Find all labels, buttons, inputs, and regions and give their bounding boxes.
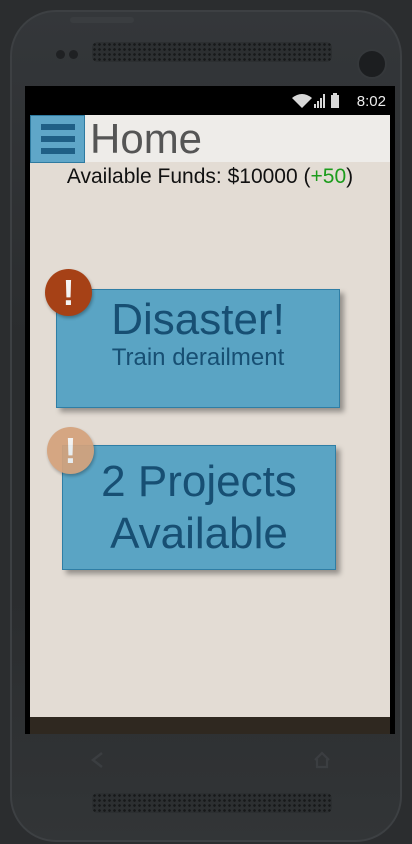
menu-icon [41,136,75,142]
page-title: Home [90,115,203,162]
sensor-dot [69,50,78,59]
front-camera [357,49,387,79]
earpiece-speaker [92,42,332,62]
action-bar: Home [30,115,390,163]
status-time: 8:02 [356,93,386,110]
bottom-speaker [92,793,332,813]
menu-icon [41,148,75,154]
funds-label: Available Funds: $10000 ( [66,165,311,188]
screen: 8:02 Home Available Funds: $10000 (+50) … [25,86,395,734]
funds-suffix: ) [346,165,354,188]
menu-icon [41,124,75,130]
battery-icon [331,93,339,108]
phone-notch [70,17,134,23]
card-title-line1: 2 Projects [101,457,297,506]
disaster-card[interactable]: Disaster! Train derailment [56,289,340,408]
wifi-icon [292,94,312,108]
status-bar: 8:02 [25,86,395,115]
menu-button[interactable] [30,115,85,163]
funds-delta: +50 [310,165,347,188]
notice-badge: ! [47,427,94,474]
back-icon[interactable] [88,750,108,770]
phone-frame: 8:02 Home Available Funds: $10000 (+50) … [0,0,412,844]
card-title-line2: Available [110,509,288,558]
alert-badge: ! [45,269,92,316]
app-content: Home Available Funds: $10000 (+50) [30,115,390,717]
sensor-dot [56,50,65,59]
card-subtitle: Train derailment [111,344,285,371]
available-funds: Available Funds: $10000 (+50) [30,165,390,189]
projects-card[interactable]: 2 Projects Available [62,445,336,570]
card-title: Disaster! [111,295,285,344]
signal-icon [314,94,325,108]
bottom-bar [30,717,390,734]
home-icon[interactable] [312,750,332,770]
status-icons [292,93,339,108]
